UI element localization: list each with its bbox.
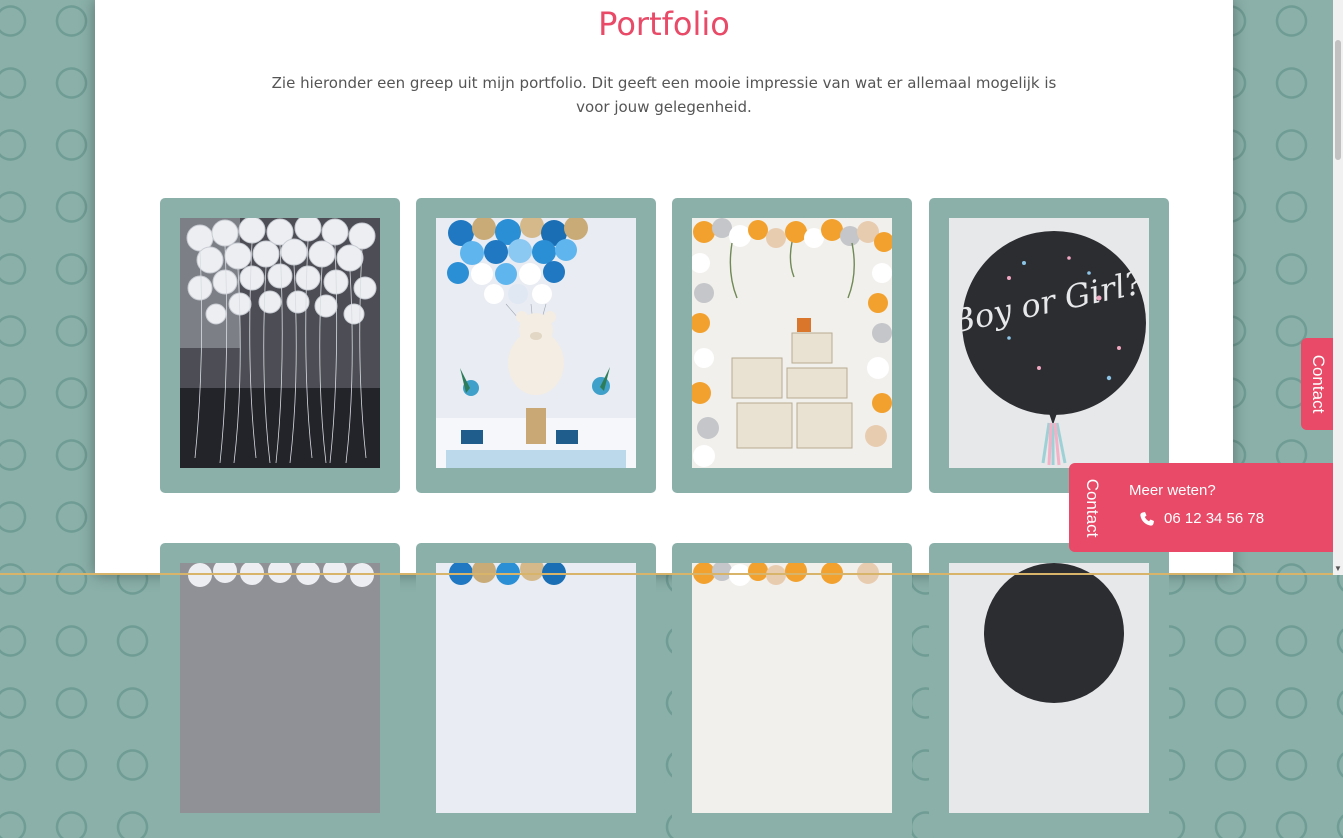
- contact-popup-label: Contact: [1083, 478, 1102, 537]
- white-balloons-photo[interactable]: [180, 563, 380, 813]
- contact-popup-heading: Meer weten?: [1129, 482, 1216, 499]
- portfolio-card[interactable]: [160, 543, 400, 838]
- balloon-arch-crates-photo[interactable]: [692, 563, 892, 813]
- contact-popup-tab[interactable]: Contact: [1074, 463, 1110, 552]
- page-title: Portfolio: [598, 5, 730, 43]
- scrollbar-thumb[interactable]: [1335, 40, 1341, 160]
- phone-link[interactable]: 06 12 34 56 78: [1139, 510, 1264, 527]
- intro-text: Zie hieronder een greep uit mijn portfol…: [271, 74, 1057, 116]
- scrollbar[interactable]: ▼: [1333, 0, 1343, 575]
- phone-number: 06 12 34 56 78: [1164, 510, 1265, 527]
- teddy-bear-blue-balloons-photo[interactable]: [436, 218, 636, 468]
- contact-popup[interactable]: Contact Meer weten? 06 12 34 56 78: [1069, 463, 1334, 552]
- contact-tab-label: Contact: [1308, 354, 1328, 414]
- portfolio-card[interactable]: [929, 543, 1169, 838]
- portfolio-card[interactable]: Boy or Girl?: [929, 198, 1169, 493]
- teddy-bear-blue-balloons-photo[interactable]: [436, 563, 636, 813]
- portfolio-card[interactable]: [672, 198, 912, 493]
- portfolio-card[interactable]: [672, 543, 912, 838]
- portfolio-card[interactable]: [416, 543, 656, 838]
- portfolio-card[interactable]: [160, 198, 400, 493]
- white-balloons-photo[interactable]: [180, 218, 380, 468]
- phone-icon: [1140, 511, 1154, 526]
- contact-side-tab[interactable]: Contact: [1301, 338, 1334, 430]
- boy-or-girl-balloon-photo[interactable]: Boy or Girl?: [949, 218, 1149, 468]
- boy-or-girl-balloon-photo[interactable]: [949, 563, 1149, 813]
- balloon-arch-crates-photo[interactable]: [692, 218, 892, 468]
- portfolio-card[interactable]: [416, 198, 656, 493]
- scroll-down-arrow[interactable]: ▼: [1334, 564, 1342, 573]
